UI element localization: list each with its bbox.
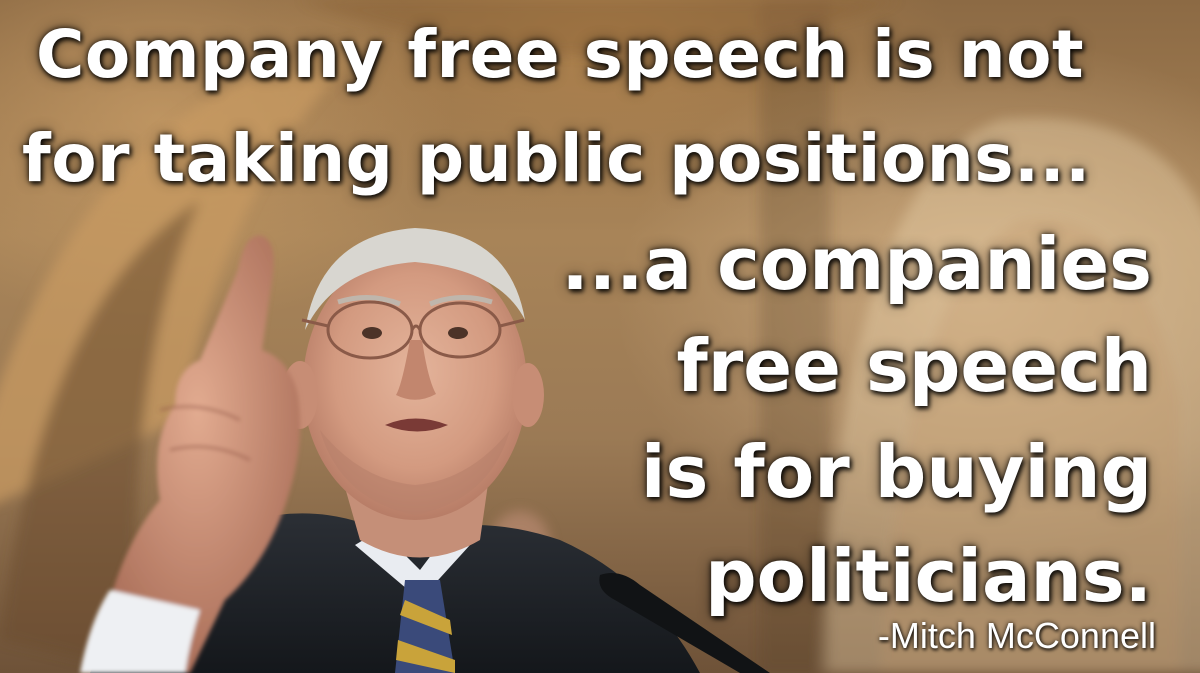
quote-line-3: ...a companies: [561, 222, 1152, 306]
meme-image: Company free speech is not for taking pu…: [0, 0, 1200, 673]
quote-line-4: free speech: [676, 324, 1152, 408]
quote-line-5: is for buying: [640, 430, 1152, 514]
quote-line-2: for taking public positions...: [22, 120, 1091, 197]
quote-line-1: Company free speech is not: [36, 16, 1084, 93]
quote-attribution: -Mitch McConnell: [877, 615, 1156, 656]
quote-line-6: politicians.: [705, 534, 1152, 618]
